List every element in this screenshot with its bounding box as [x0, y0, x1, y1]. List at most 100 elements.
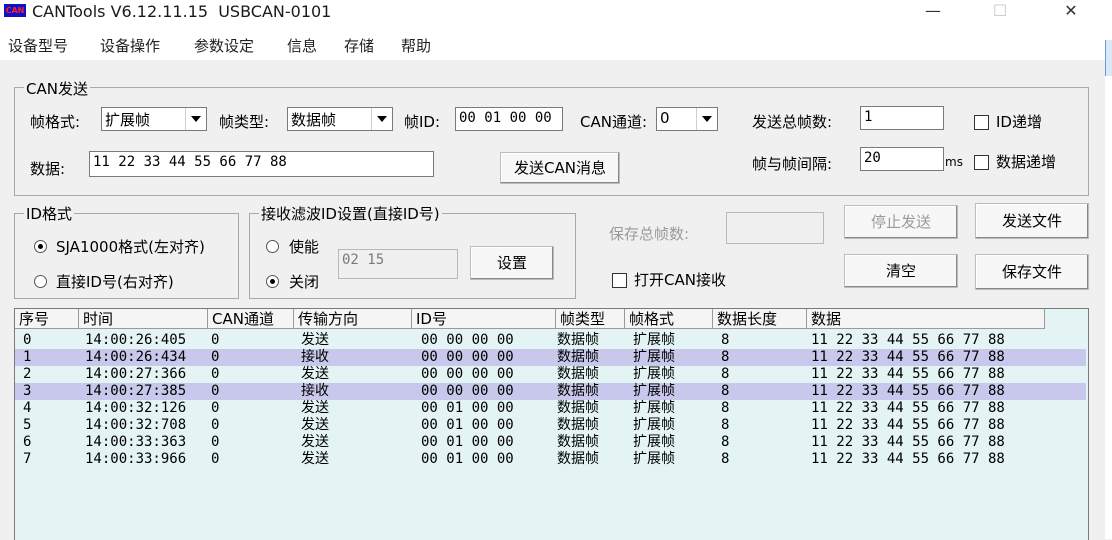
- cell-time: 14:00:26:434: [85, 349, 187, 365]
- cell-index: 4: [23, 400, 32, 416]
- open-receive-label: 打开CAN接收: [634, 271, 726, 289]
- data-increment-label: 数据递增: [996, 153, 1057, 171]
- message-list[interactable]: 序号 时间 CAN通道 传输方向 ID号 帧类型 帧格式 数据长度 数据 0 14:00:26:40…: [14, 308, 1089, 540]
- data-value: 11 22 33 44 55 66 77 88: [93, 154, 287, 170]
- header-index[interactable]: 序号: [15, 309, 79, 329]
- save-file-button[interactable]: 保存文件: [975, 254, 1089, 290]
- chevron-down-icon[interactable]: [371, 108, 392, 130]
- id-format-group-title: ID格式: [24, 203, 74, 224]
- filter-enable-radio[interactable]: [266, 240, 279, 253]
- table-row[interactable]: 5 14:00:32:708 0 发送 00 01 00 00 数据帧 扩展帧 8 11 22 …: [15, 417, 1086, 434]
- menu-device-model[interactable]: 设备型号: [8, 35, 68, 56]
- cell-id: 00 01 00 00: [421, 417, 514, 433]
- open-receive-checkbox[interactable]: [612, 273, 627, 288]
- window-edge-accent: [1105, 40, 1112, 76]
- cell-can-channel: 0: [211, 451, 220, 467]
- cell-direction: 发送: [301, 332, 329, 348]
- maximize-icon[interactable]: ☐: [977, 0, 1023, 24]
- sja1000-format-radio[interactable]: [34, 240, 47, 253]
- interval-value: 20: [864, 150, 881, 166]
- chevron-down-icon[interactable]: [696, 108, 717, 130]
- table-row[interactable]: 7 14:00:33:966 0 发送 00 01 00 00 数据帧 扩展帧 8 11 22 …: [15, 451, 1086, 468]
- frame-format-dropdown[interactable]: 扩展帧: [101, 107, 207, 131]
- header-can-channel[interactable]: CAN通道: [208, 309, 294, 329]
- total-frames-label: 发送总帧数:: [752, 113, 833, 131]
- clear-button[interactable]: 清空: [844, 254, 958, 288]
- header-time[interactable]: 时间: [79, 309, 208, 329]
- cell-id: 00 00 00 00: [421, 366, 514, 382]
- can-channel-dropdown[interactable]: 0: [656, 107, 718, 131]
- close-icon[interactable]: ✕: [1048, 0, 1094, 24]
- cell-can-channel: 0: [211, 332, 220, 348]
- cell-data: 11 22 33 44 55 66 77 88: [811, 349, 1005, 365]
- frame-id-input[interactable]: 00 01 00 00: [455, 107, 563, 131]
- cell-direction: 发送: [301, 417, 329, 433]
- cell-data-length: 8: [721, 451, 730, 467]
- data-increment-checkbox[interactable]: [974, 155, 989, 170]
- menu-info[interactable]: 信息: [287, 35, 317, 56]
- data-input[interactable]: 11 22 33 44 55 66 77 88: [89, 151, 434, 177]
- cell-frame-type: 数据帧: [557, 434, 599, 450]
- header-frame-type[interactable]: 帧类型: [556, 309, 625, 329]
- cell-index: 0: [23, 332, 32, 348]
- header-direction[interactable]: 传输方向: [294, 309, 412, 329]
- header-data-length[interactable]: 数据长度: [713, 309, 807, 329]
- menu-help[interactable]: 帮助: [401, 35, 431, 56]
- cell-data: 11 22 33 44 55 66 77 88: [811, 383, 1005, 399]
- save-total-input: [726, 212, 824, 244]
- table-row[interactable]: 4 14:00:32:126 0 发送 00 01 00 00 数据帧 扩展帧 8 11 22 …: [15, 400, 1086, 417]
- filter-enable-label: 使能: [289, 238, 320, 256]
- cell-id: 00 00 00 00: [421, 332, 514, 348]
- cell-can-channel: 0: [211, 366, 220, 382]
- cell-frame-type: 数据帧: [557, 366, 599, 382]
- cell-time: 14:00:32:708: [85, 417, 187, 433]
- filter-id-input[interactable]: 02 15: [338, 249, 458, 279]
- app-icon: CAN: [4, 4, 26, 17]
- menu-parameter-settings[interactable]: 参数设定: [194, 35, 254, 56]
- cell-direction: 发送: [301, 366, 329, 382]
- cell-data-length: 8: [721, 383, 730, 399]
- send-can-message-button[interactable]: 发送CAN消息: [500, 152, 620, 184]
- cell-can-channel: 0: [211, 417, 220, 433]
- cell-direction: 接收: [301, 383, 329, 399]
- minimize-icon[interactable]: —: [910, 0, 956, 24]
- filter-disable-radio[interactable]: [266, 275, 279, 288]
- table-row[interactable]: 2 14:00:27:366 0 发送 00 00 00 00 数据帧 扩展帧 8 11 22 …: [15, 366, 1086, 383]
- data-label: 数据:: [30, 160, 66, 178]
- send-file-button[interactable]: 发送文件: [975, 203, 1089, 239]
- chevron-down-icon[interactable]: [185, 108, 206, 130]
- cell-frame-format: 扩展帧: [633, 383, 675, 399]
- cell-frame-format: 扩展帧: [633, 349, 675, 365]
- filter-set-button[interactable]: 设置: [470, 246, 554, 280]
- header-frame-format[interactable]: 帧格式: [625, 309, 713, 329]
- cell-frame-type: 数据帧: [557, 400, 599, 416]
- cell-direction: 发送: [301, 451, 329, 467]
- direct-id-radio[interactable]: [34, 275, 47, 288]
- cell-can-channel: 0: [211, 383, 220, 399]
- total-frames-value: 1: [864, 109, 873, 125]
- menu-storage[interactable]: 存储: [344, 35, 374, 56]
- cell-direction: 接收: [301, 349, 329, 365]
- stop-send-button[interactable]: 停止发送: [844, 205, 958, 239]
- table-row[interactable]: 1 14:00:26:434 0 接收 00 00 00 00 数据帧 扩展帧 8 11 22 …: [15, 349, 1086, 366]
- cell-data: 11 22 33 44 55 66 77 88: [811, 451, 1005, 467]
- cell-data-length: 8: [721, 349, 730, 365]
- frame-type-dropdown[interactable]: 数据帧: [287, 107, 393, 131]
- cell-data-length: 8: [721, 332, 730, 348]
- table-row[interactable]: 3 14:00:27:385 0 接收 00 00 00 00 数据帧 扩展帧 8 11 22 …: [15, 383, 1086, 400]
- can-send-group-title: CAN发送: [24, 78, 90, 99]
- cell-time: 14:00:27:385: [85, 383, 187, 399]
- cell-direction: 发送: [301, 434, 329, 450]
- filter-disable-label: 关闭: [289, 273, 320, 291]
- cell-can-channel: 0: [211, 434, 220, 450]
- id-increment-checkbox[interactable]: [974, 115, 989, 130]
- table-row[interactable]: 0 14:00:26:405 0 发送 00 00 00 00 数据帧 扩展帧 8 11 22 …: [15, 332, 1086, 349]
- interval-label: 帧与帧间隔:: [752, 155, 833, 173]
- menu-device-operation[interactable]: 设备操作: [100, 35, 160, 56]
- table-row[interactable]: 6 14:00:33:363 0 发送 00 01 00 00 数据帧 扩展帧 8 11 22 …: [15, 434, 1086, 451]
- interval-input[interactable]: 20: [860, 147, 944, 171]
- header-id[interactable]: ID号: [412, 309, 556, 329]
- cell-can-channel: 0: [211, 400, 220, 416]
- header-data[interactable]: 数据: [807, 309, 1045, 329]
- total-frames-input[interactable]: 1: [860, 106, 944, 130]
